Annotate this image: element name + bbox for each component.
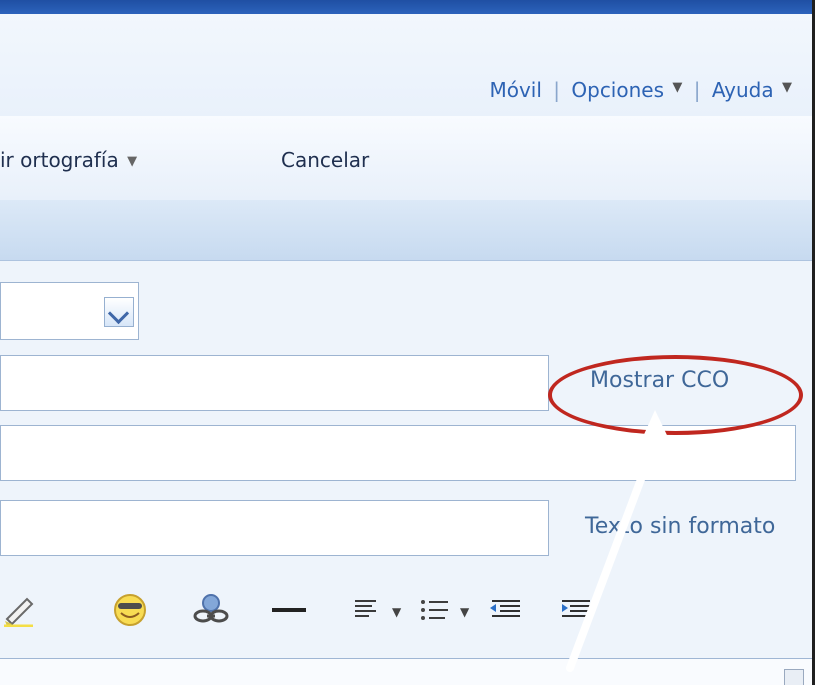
dropdown-chevron-icon[interactable]	[104, 297, 134, 327]
bullets-caret-icon[interactable]: ▼	[460, 605, 469, 619]
highlighter-icon	[4, 597, 34, 627]
email-compose-window: Móvil | Opciones ▼ | Ayuda ▼ ir ortograf…	[0, 0, 815, 685]
spellcheck-button[interactable]: ir ortografía ▼	[0, 148, 137, 172]
annotation-arrow-icon	[566, 410, 675, 672]
top-links: Móvil | Opciones ▼ | Ayuda ▼	[489, 76, 792, 102]
decrease-indent-button[interactable]	[485, 593, 527, 627]
scrollbar-up-button[interactable]	[784, 669, 804, 685]
window-title-strip	[0, 0, 812, 14]
compose-toolbar: ir ortografía ▼ Cancelar	[0, 116, 812, 303]
bullets-button[interactable]	[417, 593, 455, 627]
horizontal-rule-button[interactable]	[268, 593, 310, 627]
cancel-button[interactable]: Cancelar	[281, 148, 369, 172]
help-caret-icon[interactable]: ▼	[782, 80, 792, 95]
top-bar: Móvil | Opciones ▼ | Ayuda ▼	[0, 14, 812, 117]
mobile-link[interactable]: Móvil	[489, 78, 541, 102]
help-link[interactable]: Ayuda	[712, 78, 774, 102]
highlighter-button[interactable]	[0, 593, 38, 627]
options-link[interactable]: Opciones	[571, 78, 664, 102]
spellcheck-caret-icon[interactable]: ▼	[127, 154, 137, 169]
link-separator: |	[693, 77, 701, 102]
decrease-indent-icon	[490, 600, 520, 617]
compose-subheader	[0, 200, 812, 261]
insert-link-button[interactable]	[190, 593, 232, 627]
align-button[interactable]	[350, 593, 384, 627]
link-separator: |	[553, 77, 561, 102]
insert-link-icon	[193, 594, 229, 623]
horizontal-rule-icon	[272, 608, 306, 612]
to-field[interactable]	[0, 355, 549, 411]
emoticon-icon	[114, 594, 146, 626]
subject-field[interactable]	[0, 500, 549, 556]
bullets-icon	[421, 600, 448, 620]
align-caret-icon[interactable]: ▼	[392, 605, 401, 619]
options-caret-icon[interactable]: ▼	[672, 80, 682, 95]
spellcheck-label: ir ortografía	[0, 148, 119, 172]
align-icon	[355, 600, 376, 617]
emoticon-button[interactable]	[110, 593, 150, 627]
screenshot-stage: Móvil | Opciones ▼ | Ayuda ▼ ir ortograf…	[0, 0, 815, 685]
from-dropdown[interactable]	[0, 282, 139, 340]
